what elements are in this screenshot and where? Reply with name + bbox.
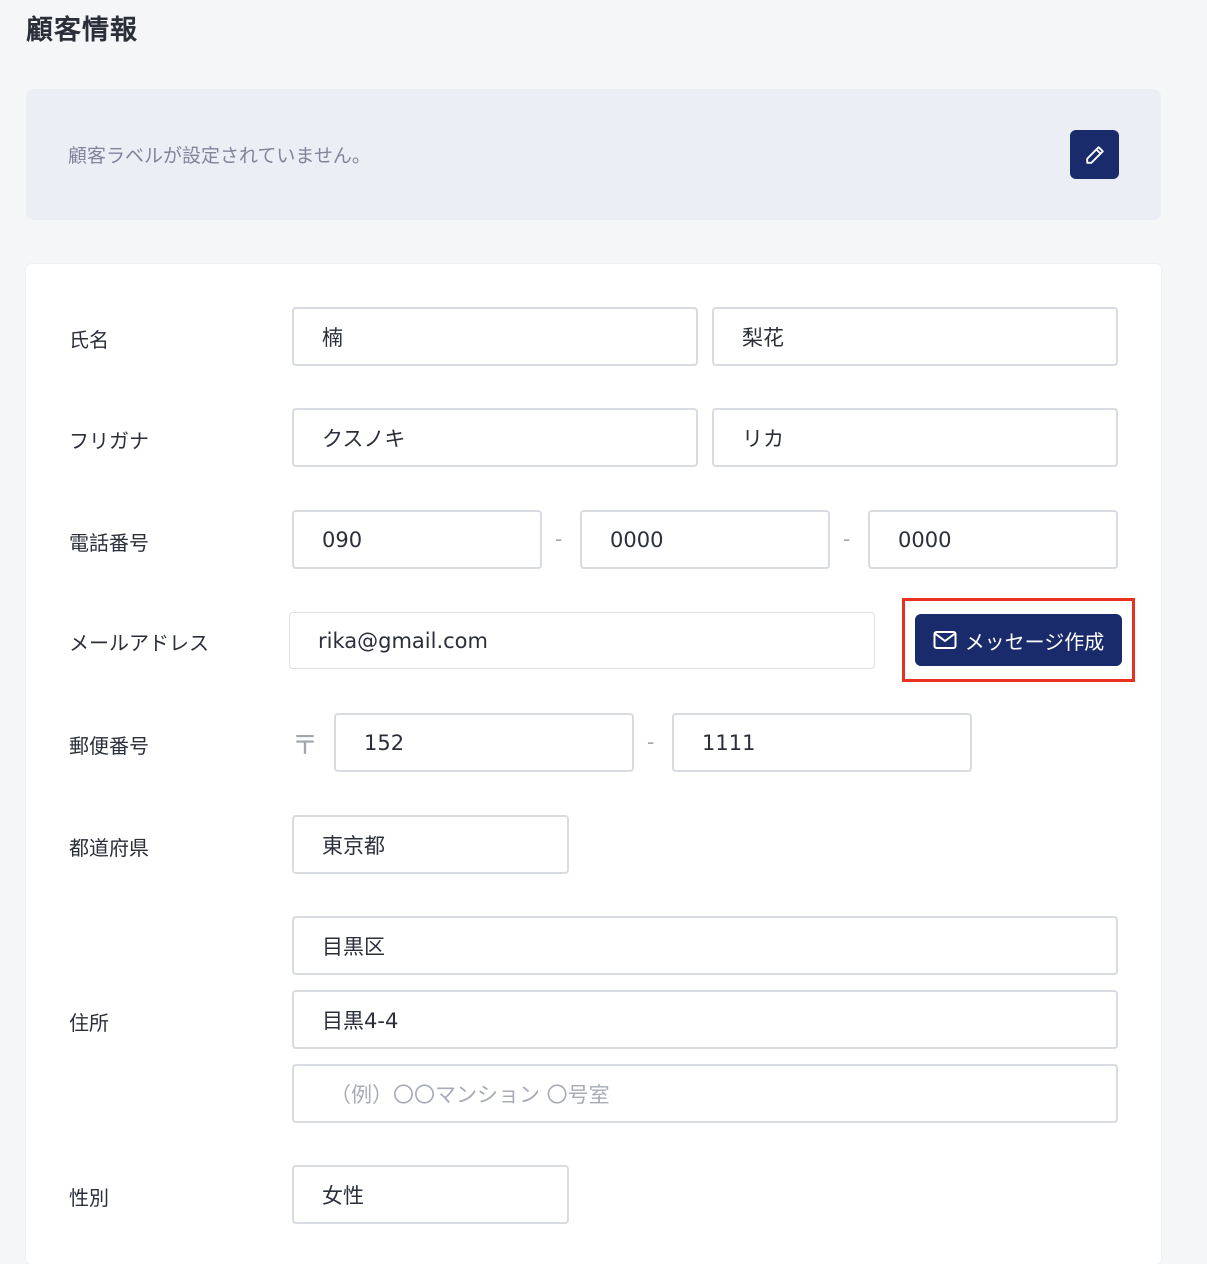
phone-part1-field[interactable]: 090: [292, 510, 542, 569]
postal-part1-field[interactable]: 152: [334, 713, 634, 772]
phone-part3-field[interactable]: 0000: [868, 510, 1118, 569]
kana-label: フリガナ: [69, 429, 149, 453]
name-label: 氏名: [69, 328, 109, 352]
first-name-kana-field[interactable]: リカ: [712, 408, 1118, 467]
phone-part2-field[interactable]: 0000: [580, 510, 830, 569]
address-street-field[interactable]: 目黒4-4: [292, 990, 1118, 1049]
phone-separator-2: -: [843, 527, 851, 551]
envelope-icon: [933, 631, 957, 649]
email-label: メールアドレス: [69, 631, 209, 655]
no-label-text: 顧客ラベルが設定されていません。: [68, 145, 371, 167]
address-building-field[interactable]: （例）〇〇マンション 〇号室: [292, 1064, 1118, 1123]
edit-label-button[interactable]: [1070, 130, 1119, 179]
compose-message-label: メッセージ作成: [964, 629, 1105, 654]
first-name-field[interactable]: 梨花: [712, 307, 1118, 366]
last-name-field[interactable]: 楠: [292, 307, 698, 366]
page-title: 顧客情報: [26, 15, 138, 46]
email-field[interactable]: rika@gmail.com: [289, 612, 875, 669]
postal-label: 郵便番号: [69, 734, 149, 758]
prefecture-select[interactable]: 東京都: [292, 815, 569, 874]
address-city-field[interactable]: 目黒区: [292, 916, 1118, 975]
phone-separator-1: -: [555, 527, 563, 551]
address-label: 住所: [69, 1011, 109, 1035]
pencil-icon: [1085, 145, 1104, 164]
customer-form: 氏名 楠 梨花 フリガナ クスノキ リカ 電話番号 090 - 0000 - 0…: [26, 264, 1161, 1264]
postal-separator: -: [647, 730, 655, 754]
compose-message-button[interactable]: メッセージ作成: [915, 614, 1122, 666]
postal-part2-field[interactable]: 1111: [672, 713, 972, 772]
gender-label: 性別: [69, 1186, 109, 1210]
prefecture-label: 都道府県: [69, 836, 149, 860]
postal-mark-icon: 〒: [292, 731, 319, 761]
gender-select[interactable]: 女性: [292, 1165, 569, 1224]
phone-label: 電話番号: [69, 531, 149, 555]
last-name-kana-field[interactable]: クスノキ: [292, 408, 698, 467]
customer-label-panel: 顧客ラベルが設定されていません。: [26, 89, 1161, 220]
